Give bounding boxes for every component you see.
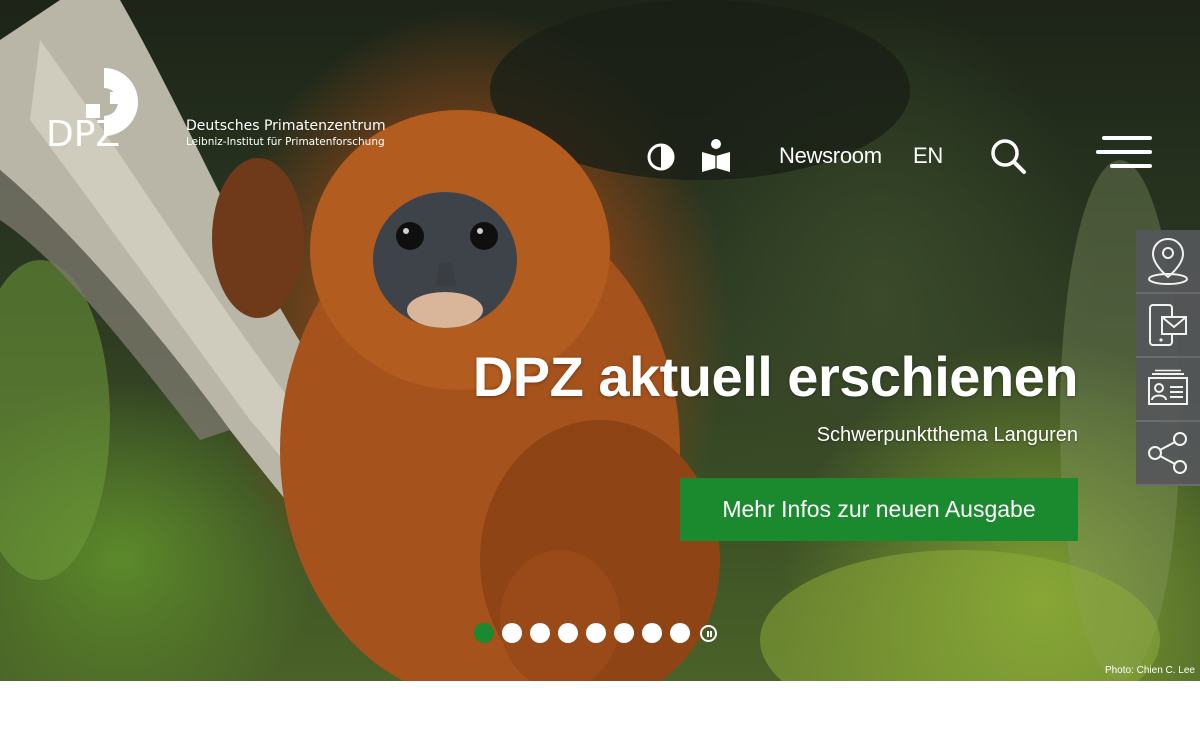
language-switch-link[interactable]: EN — [913, 143, 943, 169]
share-icon — [1148, 432, 1187, 474]
slider-dot[interactable] — [586, 623, 606, 643]
hero-cta-button[interactable]: Mehr Infos zur neuen Ausgabe — [680, 478, 1078, 541]
pause-icon[interactable] — [700, 624, 717, 642]
slider-dot[interactable] — [502, 623, 522, 643]
slider-dot[interactable] — [530, 623, 550, 643]
hero-subline: Schwerpunktthema Languren — [816, 424, 1078, 446]
photo-credit: Photo: Chien C. Lee — [1104, 665, 1195, 676]
slider-dot[interactable] — [474, 623, 494, 643]
easy-read-book-icon[interactable] — [700, 138, 732, 174]
brand-name: Deutsches Primatenzentrum — [186, 118, 386, 134]
slider-dot[interactable] — [642, 623, 662, 643]
contact-card-icon — [1148, 369, 1188, 405]
side-contact-mail-button[interactable] — [1136, 294, 1200, 358]
slider-dot[interactable] — [614, 623, 634, 643]
side-share-button[interactable] — [1136, 422, 1200, 486]
search-icon[interactable] — [988, 136, 1028, 176]
location-pin-icon — [1148, 237, 1188, 285]
nav-newsroom-link[interactable]: Newsroom — [779, 143, 882, 169]
contrast-icon[interactable] — [646, 142, 676, 172]
side-location-button[interactable] — [1136, 230, 1200, 294]
slider-dot[interactable] — [670, 623, 690, 643]
slider-pagination — [474, 622, 717, 644]
logo-wordmark: DPZ — [46, 114, 120, 154]
slider-dot[interactable] — [558, 623, 578, 643]
side-contact-card-button[interactable] — [1136, 358, 1200, 422]
hero-slider: DPZ Deutsches Primatenzentrum Leibniz-In… — [0, 0, 1200, 681]
side-toolbar — [1136, 230, 1200, 486]
hero-headline: DPZ aktuell erschienen — [472, 345, 1079, 408]
mobile-mail-icon — [1149, 304, 1187, 346]
hamburger-menu-icon[interactable] — [1094, 134, 1152, 174]
brand-tagline: Leibniz-Institut für Primatenforschung — [186, 136, 385, 148]
